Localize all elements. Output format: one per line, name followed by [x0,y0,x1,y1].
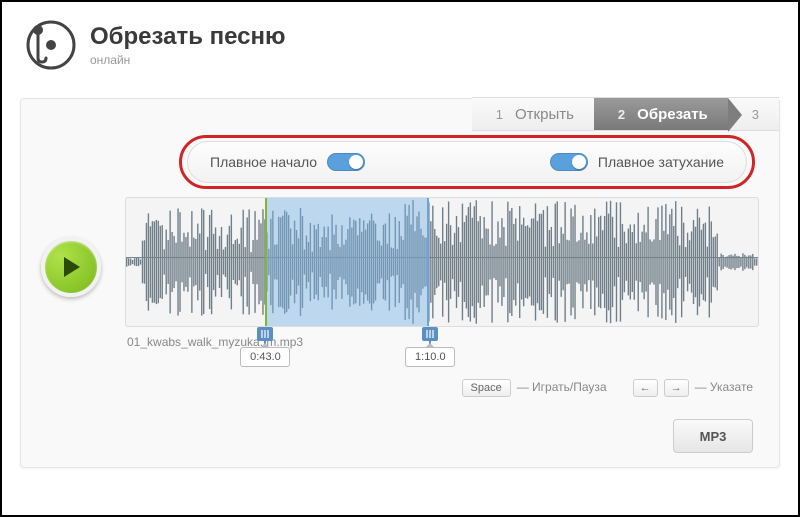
selection-start-time: 0:43.0 [240,347,290,367]
fade-in-toggle[interactable] [327,153,365,171]
playhead[interactable]: 0:43.0 [265,197,267,326]
end-handle[interactable] [422,327,438,341]
space-key: Space [462,379,511,397]
keyboard-hints: Space— Играть/Пауза ←→— Указате [462,379,754,397]
play-button[interactable] [41,237,101,297]
selection-end-time: 1:10.0 [405,347,455,367]
waveform-svg [126,198,758,326]
main-panel: 1Открыть 2Обрезать 3 Плавное начало Плав… [20,98,780,468]
fade-controls: Плавное начало Плавное затухание [187,141,747,183]
fade-out-label: Плавное затухание [598,154,724,170]
page-title: Обрезать песню [90,23,286,51]
page-subtitle: онлайн [90,53,286,67]
fade-in-label: Плавное начало [210,154,317,170]
selection-end-marker[interactable]: 1:10.0 [429,327,431,347]
app-logo [26,20,76,70]
format-button[interactable]: MP3 [673,419,753,453]
start-handle[interactable] [257,327,273,341]
step-nav: 1Открыть 2Обрезать 3 [472,97,779,131]
arrow-left-key: ← [633,379,658,397]
arrow-right-key: → [664,379,689,397]
selection-region[interactable] [265,198,429,326]
play-icon [62,257,80,277]
selection-start-marker[interactable]: 0:43.0 [264,327,266,347]
waveform[interactable]: 0:43.0 [125,197,759,327]
step-open[interactable]: 1Открыть [472,97,594,131]
fade-out-toggle[interactable] [550,153,588,171]
step-cut[interactable]: 2Обрезать [594,97,728,131]
